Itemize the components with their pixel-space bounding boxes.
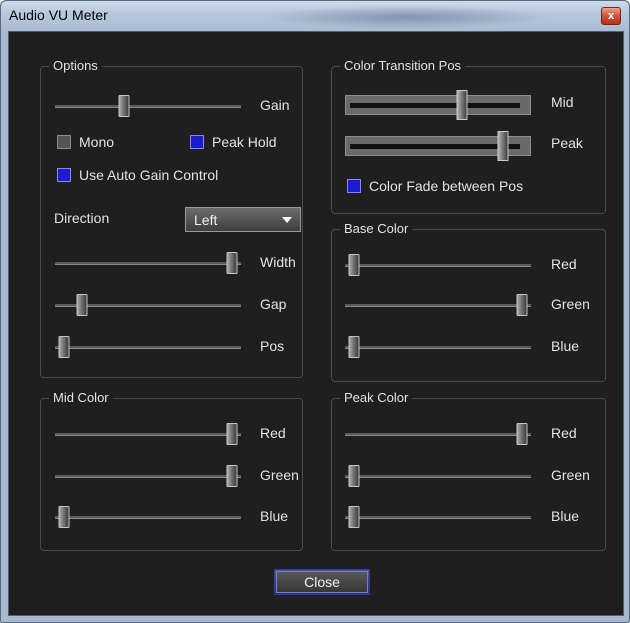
close-button[interactable]: Close (274, 569, 370, 595)
peak-color-group: Peak Color Red Green Blue (331, 390, 606, 551)
direction-dropdown[interactable]: Left (185, 207, 301, 232)
width-label: Width (260, 254, 296, 270)
slider-thumb[interactable] (226, 423, 238, 445)
peak-red-slider[interactable] (345, 423, 531, 445)
peak-green-slider[interactable] (345, 465, 531, 487)
peak-green-label: Green (551, 467, 590, 483)
checkbox-box[interactable] (57, 135, 71, 149)
gap-label: Gap (260, 296, 287, 312)
pos-label: Pos (260, 338, 285, 354)
slider-thumb[interactable] (348, 336, 360, 358)
slider-track (345, 475, 531, 478)
gap-slider[interactable] (55, 294, 241, 316)
slider-thumb[interactable] (456, 90, 468, 120)
slider-thumb[interactable] (348, 254, 360, 276)
mid-green-slider[interactable] (55, 465, 241, 487)
chevron-down-icon (282, 217, 292, 223)
slider-track (55, 105, 241, 108)
peak-color-group-title: Peak Color (340, 390, 413, 405)
color-fade-label: Color Fade between Pos (369, 178, 524, 194)
slider-track (345, 346, 531, 349)
base-color-group: Base Color Red Green Blue (331, 221, 606, 382)
slider-thumb[interactable] (516, 423, 528, 445)
slider-track (345, 516, 531, 519)
slider-track (55, 516, 241, 519)
peak-transition-slider[interactable] (345, 131, 531, 161)
width-slider[interactable] (55, 252, 241, 274)
color-transition-group-title: Color Transition Pos (340, 58, 466, 73)
slider-thumb[interactable] (348, 506, 360, 528)
slider-track (55, 433, 241, 436)
slider-track (345, 264, 531, 267)
base-color-group-title: Base Color (340, 221, 413, 236)
peak-transition-label: Peak (551, 135, 583, 151)
base-red-label: Red (551, 256, 577, 272)
slider-track (55, 475, 241, 478)
mid-color-group-title: Mid Color (49, 390, 113, 405)
base-green-slider[interactable] (345, 294, 531, 316)
close-window-icon[interactable]: x (601, 7, 621, 25)
direction-selected-value: Left (194, 212, 218, 228)
slider-thumb[interactable] (226, 465, 238, 487)
options-group-title: Options (49, 58, 102, 73)
peak-hold-label: Peak Hold (212, 134, 277, 150)
app-window: Audio VU Meter x Options Gain Mono Peak … (0, 0, 630, 623)
slider-track (55, 346, 241, 349)
slider-track (345, 304, 531, 307)
direction-label: Direction (54, 210, 110, 226)
checkbox-box[interactable] (347, 179, 361, 193)
color-transition-group: Color Transition Pos Mid Peak Color Fade… (331, 58, 606, 214)
mid-green-label: Green (260, 467, 299, 483)
mid-blue-slider[interactable] (55, 506, 241, 528)
mid-transition-slider[interactable] (345, 90, 531, 120)
title-bar-glare (261, 5, 551, 29)
gain-slider[interactable] (55, 95, 241, 117)
mid-red-label: Red (260, 425, 286, 441)
slider-thumb[interactable] (58, 336, 70, 358)
slider-thumb[interactable] (118, 95, 130, 117)
base-blue-slider[interactable] (345, 336, 531, 358)
slider-thumb[interactable] (497, 131, 509, 161)
peak-red-label: Red (551, 425, 577, 441)
mid-blue-label: Blue (260, 508, 289, 524)
base-red-slider[interactable] (345, 254, 531, 276)
slider-thumb[interactable] (76, 294, 88, 316)
slider-thumb[interactable] (226, 252, 238, 274)
slider-thumb[interactable] (58, 506, 70, 528)
peak-blue-label: Blue (551, 508, 580, 524)
mono-label: Mono (79, 134, 115, 150)
slider-track (345, 433, 531, 436)
base-blue-label: Blue (551, 338, 580, 354)
slider-track (55, 262, 241, 265)
mid-color-group: Mid Color Red Green Blue (40, 390, 303, 551)
level-fill (350, 103, 520, 108)
base-green-label: Green (551, 296, 590, 312)
slider-thumb[interactable] (348, 465, 360, 487)
title-bar[interactable]: Audio VU Meter x (1, 1, 629, 31)
gain-label: Gain (260, 97, 290, 113)
mid-red-slider[interactable] (55, 423, 241, 445)
dialog-body: Options Gain Mono Peak Hold Use Auto Gai… (8, 31, 624, 616)
checkbox-box[interactable] (57, 168, 71, 182)
mid-transition-label: Mid (551, 94, 574, 110)
auto-gain-label: Use Auto Gain Control (79, 167, 219, 183)
level-fill (350, 144, 520, 149)
checkbox-box[interactable] (190, 135, 204, 149)
window-title: Audio VU Meter (9, 7, 108, 23)
slider-thumb[interactable] (516, 294, 528, 316)
peak-blue-slider[interactable] (345, 506, 531, 528)
pos-slider[interactable] (55, 336, 241, 358)
